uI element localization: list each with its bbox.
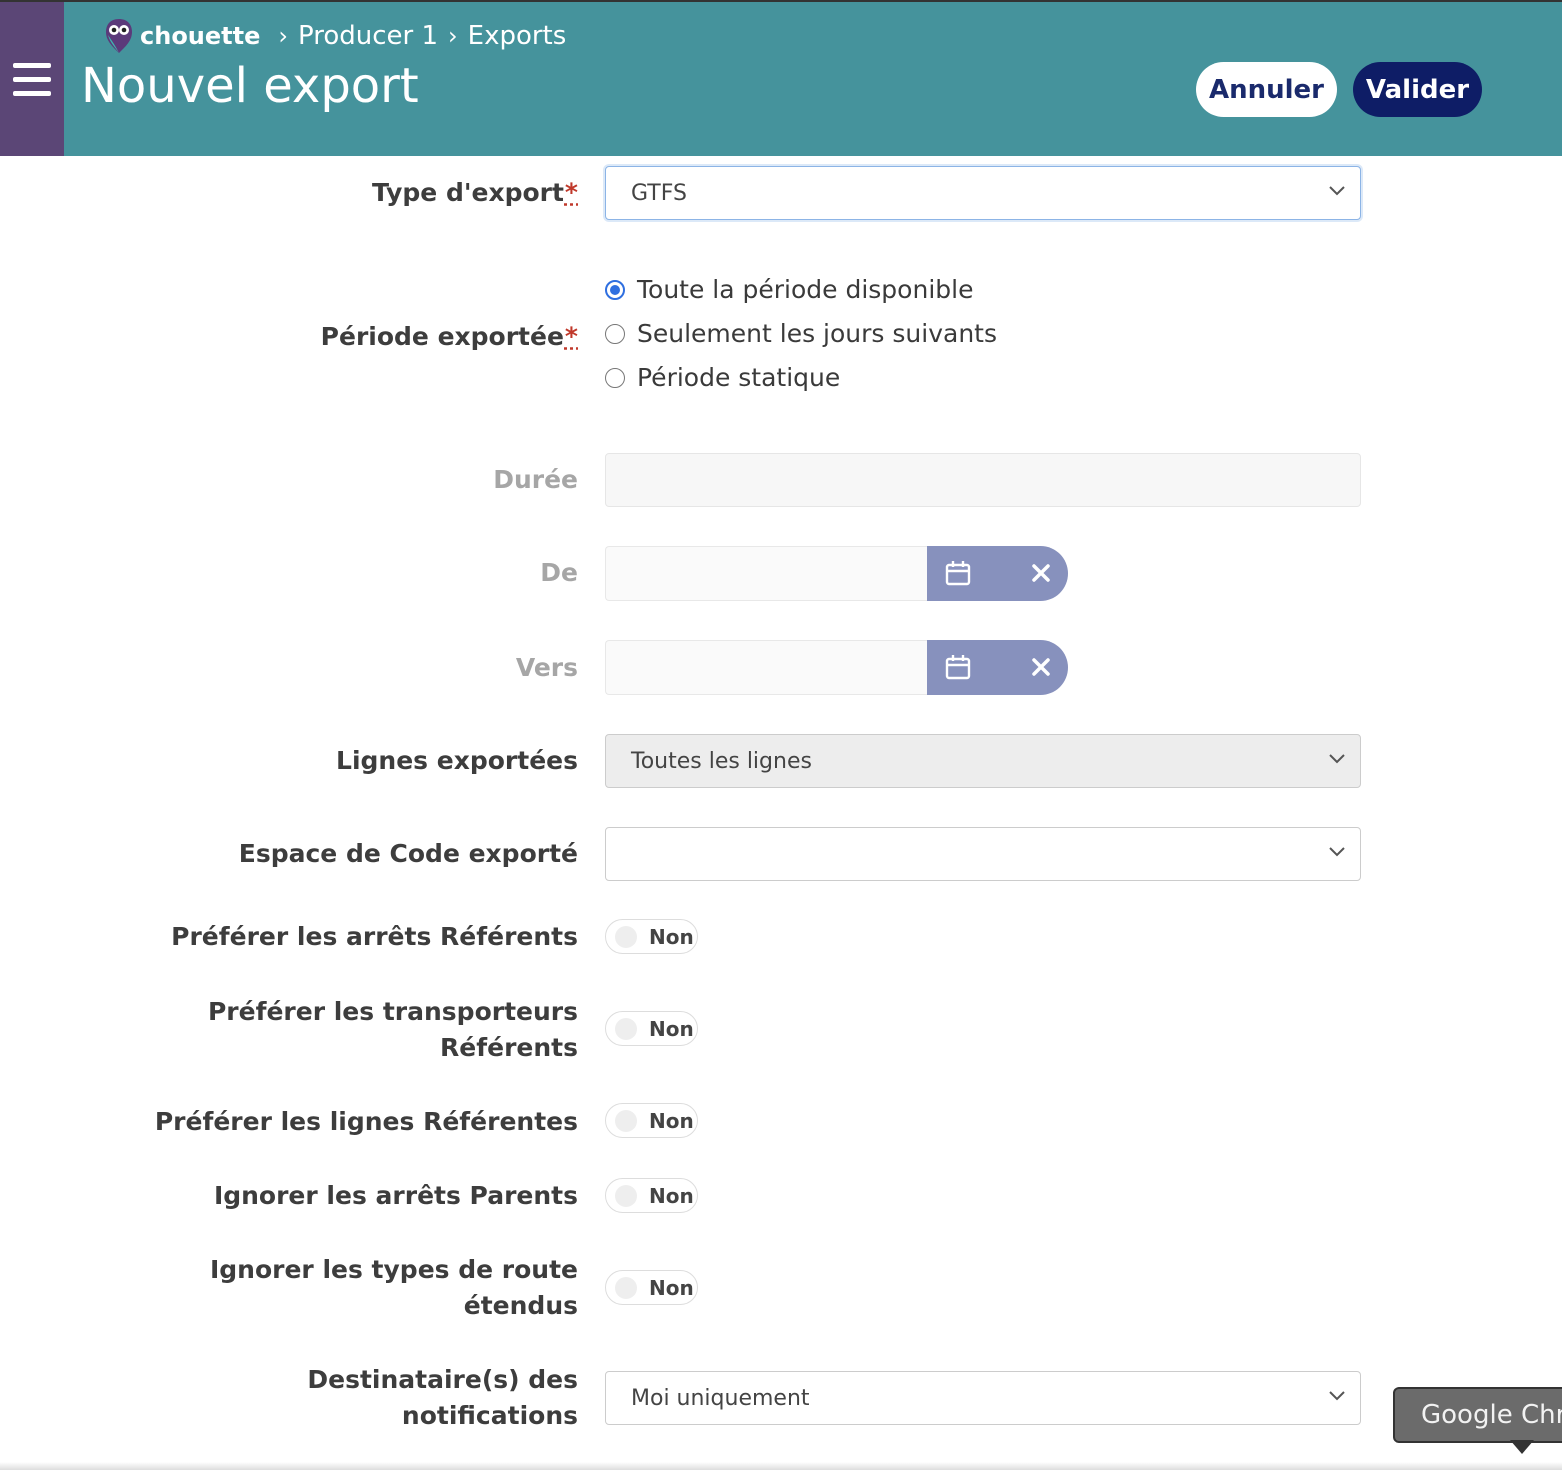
period-option-next-days[interactable]: Seulement les jours suivants [605,319,997,348]
export-type-value: GTFS [631,180,687,206]
ignore-extended-route-types-label: Ignorer les types de route étendus [210,1252,578,1324]
prefer-referent-stops-label: Préférer les arrêts Référents [171,922,578,951]
clear-icon[interactable] [1030,656,1052,678]
prefer-referent-lines-toggle[interactable]: Non [605,1103,698,1138]
chevron-down-icon [1329,1391,1345,1401]
from-date-input [605,546,927,601]
label-line: Référents [440,1033,578,1062]
export-type-label-text: Type d'export [372,178,564,207]
breadcrumb-separator-icon: › [448,22,458,50]
ignore-parent-stops-label: Ignorer les arrêts Parents [213,1181,578,1210]
prefer-referent-lines-label: Préférer les lignes Référentes [154,1107,578,1136]
logo-text: chouette [140,22,261,50]
browser-tooltip: Google Chr [1393,1387,1562,1443]
toggle-knob [615,1109,637,1132]
period-label-text: Période exportée [320,322,564,351]
to-date-label: Vers [515,653,578,682]
toggle-state: Non [649,1183,694,1208]
calendar-icon[interactable] [945,654,971,680]
notification-recipients-select[interactable]: Moi uniquement [605,1371,1361,1425]
to-date-addon [927,640,1068,695]
from-date-addon [927,546,1068,601]
breadcrumb-separator-icon: › [278,22,288,50]
label-line: notifications [401,1401,578,1430]
period-option-label: Seulement les jours suivants [637,319,997,348]
period-option-full[interactable]: Toute la période disponible [605,275,973,304]
hamburger-menu-icon[interactable] [13,63,51,97]
label-line: Destinataire(s) des [307,1365,578,1394]
calendar-icon[interactable] [945,560,971,586]
owl-icon [106,19,132,53]
page-header: chouette › Producer 1 › Exports Nouvel e… [64,0,1562,156]
ignore-extended-route-types-toggle[interactable]: Non [605,1270,698,1305]
toggle-state: Non [649,1275,694,1300]
chevron-down-icon [1329,186,1345,196]
toggle-state: Non [649,1108,694,1133]
period-option-label: Période statique [637,363,841,392]
toggle-knob [615,925,637,948]
prefer-referent-stops-toggle[interactable]: Non [605,919,698,954]
code-space-select[interactable] [605,827,1361,881]
export-type-label: Type d'export* [372,175,578,211]
toggle-knob [615,1017,637,1040]
page-title: Nouvel export [81,58,419,114]
duration-label: Durée [493,465,578,494]
bottom-shadow [0,1462,1562,1470]
required-mark: * [564,178,578,207]
breadcrumb-exports[interactable]: Exports [468,21,567,51]
chouette-logo[interactable]: chouette [104,17,260,55]
notification-recipients-label: Destinataire(s) des notifications [307,1362,578,1434]
clear-icon[interactable] [1030,562,1052,584]
submit-button[interactable]: Valider [1353,62,1482,117]
period-option-static[interactable]: Période statique [605,363,840,392]
lines-value: Toutes les lignes [631,748,812,774]
toggle-knob [615,1276,637,1299]
toggle-knob [615,1184,637,1207]
sidebar-toggle[interactable] [0,0,64,156]
label-line: Préférer les transporteurs [207,997,578,1026]
prefer-referent-companies-toggle[interactable]: Non [605,1011,698,1046]
to-date-input [605,640,927,695]
radio-checked-icon[interactable] [605,279,625,300]
export-type-select[interactable]: GTFS [605,166,1361,220]
chevron-down-icon [1329,754,1345,764]
period-option-label: Toute la période disponible [637,275,974,304]
cancel-button[interactable]: Annuler [1196,62,1337,117]
notification-recipients-value: Moi uniquement [631,1385,810,1411]
tooltip-arrow-icon [1510,1440,1534,1454]
toggle-state: Non [649,924,694,949]
code-space-label: Espace de Code exporté [238,839,578,868]
prefer-referent-companies-label: Préférer les transporteurs Référents [208,994,578,1066]
label-line: Ignorer les types de route [209,1255,578,1284]
duration-input [605,453,1361,507]
label-line: étendus [463,1291,578,1320]
period-label: Période exportée* [321,319,578,355]
lines-label: Lignes exportées [336,746,578,775]
lines-select[interactable]: Toutes les lignes [605,734,1361,788]
radio-unchecked-icon[interactable] [605,367,625,388]
chevron-down-icon [1329,847,1345,857]
breadcrumb: chouette › Producer 1 › Exports [104,16,566,56]
breadcrumb-producer[interactable]: Producer 1 [298,21,438,51]
from-date-label: De [540,558,578,587]
ignore-parent-stops-toggle[interactable]: Non [605,1178,698,1213]
required-mark: * [564,322,578,351]
radio-unchecked-icon[interactable] [605,323,625,344]
toggle-state: Non [649,1016,694,1041]
